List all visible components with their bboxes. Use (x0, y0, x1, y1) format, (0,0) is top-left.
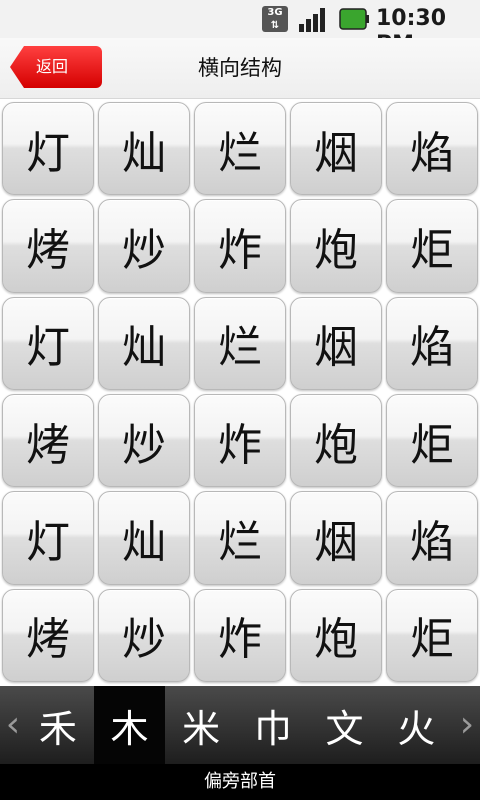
character-tile[interactable]: 炮 (290, 394, 382, 488)
header-bar: 横向结构 返回 (0, 38, 480, 99)
character-glyph: 灯 (26, 127, 70, 179)
character-glyph: 灿 (122, 322, 166, 374)
character-tile[interactable]: 灯 (2, 491, 94, 585)
battery-icon (339, 8, 369, 30)
character-glyph: 炒 (122, 224, 166, 276)
signal-icon (299, 8, 325, 32)
character-glyph: 烟 (314, 127, 358, 179)
character-tile[interactable]: 灯 (2, 296, 94, 390)
status-bar: 3G ⇅ 10:30 PM (0, 0, 480, 57)
radical-bar-caption: 偏旁部首 (0, 764, 480, 800)
character-tile[interactable]: 炒 (98, 394, 190, 488)
radical-item[interactable]: 禾 (22, 686, 94, 764)
character-tile[interactable]: 炒 (98, 588, 190, 682)
character-glyph: 炸 (218, 419, 262, 471)
character-grid: 灯 灿 烂 烟 焰 烤 炒 炸 炮 炬 灯 灿 烂 烟 焰 烤 炒 炸 炮 炬 … (2, 102, 478, 682)
back-button-label: 返回 (36, 57, 69, 76)
character-glyph: 灿 (122, 516, 166, 568)
radical-list: 禾 木 米 巾 文 火 (22, 686, 452, 764)
character-glyph: 炬 (410, 614, 454, 666)
character-tile[interactable]: 烂 (194, 491, 286, 585)
character-glyph: 焰 (410, 127, 454, 179)
character-tile[interactable]: 炬 (386, 199, 478, 293)
character-tile[interactable]: 焰 (386, 296, 478, 390)
character-tile[interactable]: 炸 (194, 394, 286, 488)
radical-item-selected[interactable]: 木 (93, 686, 166, 764)
back-button[interactable]: 返回 (10, 46, 102, 88)
radical-item[interactable]: 米 (165, 686, 237, 764)
character-glyph: 灯 (26, 516, 70, 568)
character-tile[interactable]: 烟 (290, 102, 382, 196)
character-glyph: 烤 (26, 224, 70, 276)
character-glyph: 烂 (218, 127, 262, 179)
character-glyph: 灿 (122, 127, 166, 179)
character-glyph: 焰 (410, 322, 454, 374)
character-glyph: 炸 (218, 614, 262, 666)
character-tile[interactable]: 炸 (194, 588, 286, 682)
character-glyph: 烟 (314, 322, 358, 374)
radical-bar: ‹ 禾 木 米 巾 文 火 › (0, 686, 480, 764)
chevron-right-icon[interactable]: › (454, 686, 480, 764)
character-tile[interactable]: 炒 (98, 199, 190, 293)
character-glyph: 炮 (314, 419, 358, 471)
character-tile[interactable]: 灿 (98, 296, 190, 390)
character-tile[interactable]: 焰 (386, 491, 478, 585)
character-glyph: 炮 (314, 224, 358, 276)
radical-item[interactable]: 文 (309, 686, 381, 764)
character-glyph: 灯 (26, 322, 70, 374)
character-glyph: 烂 (218, 322, 262, 374)
radical-item[interactable]: 巾 (237, 686, 309, 764)
character-tile[interactable]: 烂 (194, 102, 286, 196)
character-tile[interactable]: 焰 (386, 102, 478, 196)
character-glyph: 焰 (410, 516, 454, 568)
character-glyph: 炮 (314, 614, 358, 666)
character-tile[interactable]: 烟 (290, 491, 382, 585)
character-glyph: 炸 (218, 224, 262, 276)
character-glyph: 炬 (410, 224, 454, 276)
character-glyph: 烂 (218, 516, 262, 568)
character-tile[interactable]: 烟 (290, 296, 382, 390)
character-tile[interactable]: 烤 (2, 394, 94, 488)
network-3g-icon: 3G ⇅ (262, 6, 288, 32)
character-tile[interactable]: 炬 (386, 394, 478, 488)
character-glyph: 烤 (26, 419, 70, 471)
character-glyph: 烟 (314, 516, 358, 568)
character-tile[interactable]: 炮 (290, 588, 382, 682)
character-tile[interactable]: 炬 (386, 588, 478, 682)
character-glyph: 炒 (122, 419, 166, 471)
character-glyph: 烤 (26, 614, 70, 666)
character-tile[interactable]: 炸 (194, 199, 286, 293)
character-glyph: 炒 (122, 614, 166, 666)
character-tile[interactable]: 灯 (2, 102, 94, 196)
character-glyph: 炬 (410, 419, 454, 471)
radical-item[interactable]: 火 (380, 686, 452, 764)
character-tile[interactable]: 烂 (194, 296, 286, 390)
character-tile[interactable]: 灿 (98, 491, 190, 585)
character-tile[interactable]: 烤 (2, 588, 94, 682)
character-tile[interactable]: 炮 (290, 199, 382, 293)
character-tile[interactable]: 烤 (2, 199, 94, 293)
character-tile[interactable]: 灿 (98, 102, 190, 196)
